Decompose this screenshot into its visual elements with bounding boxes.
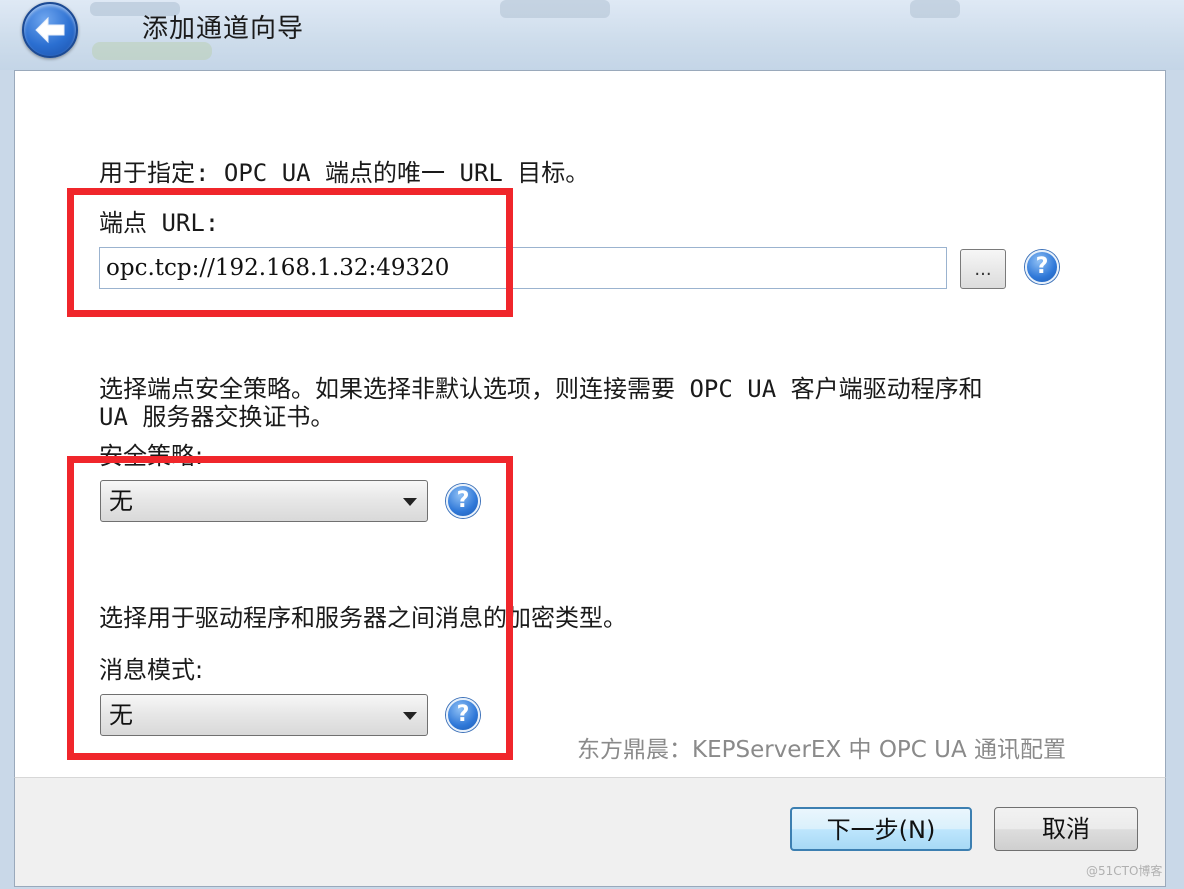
back-button[interactable] (22, 2, 78, 58)
window-edge (1166, 70, 1184, 889)
source-watermark: @51CTO博客 (1086, 864, 1163, 878)
wizard-title: 添加通道向导 (142, 14, 305, 44)
window-titlebar: 添加通道向导 (0, 0, 1184, 70)
background-blur (500, 0, 610, 18)
endpoint-description: 用于指定: OPC UA 端点的唯一 URL 目标。 (99, 159, 590, 187)
watermark-caption: 东方鼎晨：KEPServerEX 中 OPC UA 通讯配置 (577, 737, 1067, 763)
next-button[interactable]: 下一步(N) (790, 807, 972, 851)
highlight-box-endpoint (67, 188, 513, 317)
security-description-line2: UA 服务器交换证书。 (99, 403, 335, 431)
cancel-button[interactable]: 取消 (994, 807, 1138, 851)
help-icon[interactable]: ? (1025, 250, 1059, 284)
background-blur (910, 0, 960, 18)
browse-button[interactable]: ... (960, 249, 1006, 289)
highlight-box-security (67, 456, 513, 760)
back-arrow-icon (35, 16, 65, 44)
